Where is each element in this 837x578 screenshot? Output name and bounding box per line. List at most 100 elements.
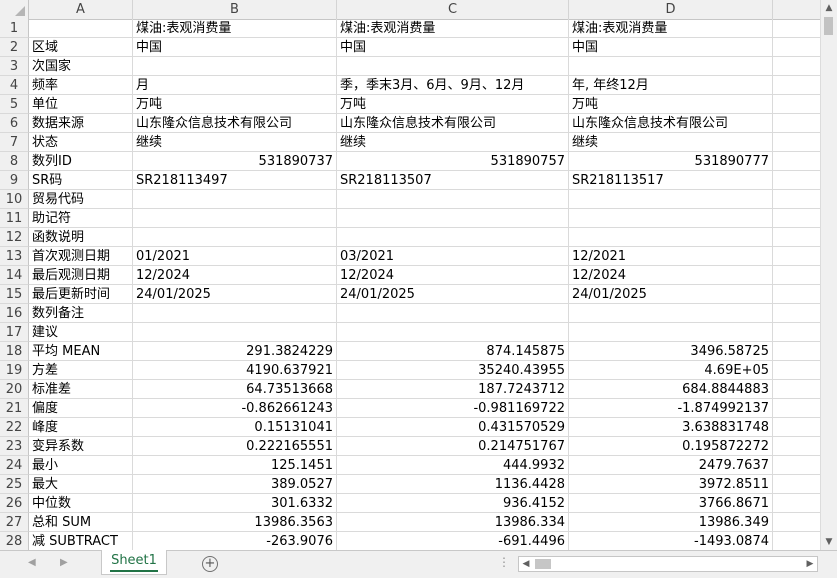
cell-b[interactable]: 24/01/2025 [133, 285, 337, 304]
cell-c[interactable] [337, 304, 569, 323]
row-header[interactable]: 7 [0, 133, 29, 152]
cell-e[interactable] [773, 38, 820, 57]
vertical-scroll-thumb[interactable] [824, 17, 833, 35]
cell-c[interactable]: SR218113507 [337, 171, 569, 190]
cell-a[interactable]: 标准差 [29, 380, 133, 399]
cell-b[interactable] [133, 304, 337, 323]
cell-b[interactable]: 291.3824229 [133, 342, 337, 361]
cell-a[interactable]: 变异系数 [29, 437, 133, 456]
cell-a[interactable]: 贸易代码 [29, 190, 133, 209]
row-header[interactable]: 4 [0, 76, 29, 95]
cell-e[interactable] [773, 532, 820, 550]
add-sheet-icon[interactable]: + [202, 556, 218, 572]
cell-b[interactable]: 301.6332 [133, 494, 337, 513]
cell-b[interactable]: SR218113497 [133, 171, 337, 190]
options-icon[interactable]: ⋮ [498, 555, 510, 569]
cell-a[interactable]: 最后更新时间 [29, 285, 133, 304]
cell-a[interactable]: SR码 [29, 171, 133, 190]
cell-c[interactable]: 山东隆众信息技术有限公司 [337, 114, 569, 133]
cell-a[interactable]: 函数说明 [29, 228, 133, 247]
cell-c[interactable] [337, 209, 569, 228]
cell-a[interactable]: 最后观测日期 [29, 266, 133, 285]
cell-d[interactable]: 4.69E+05 [569, 361, 773, 380]
cell-c[interactable]: 03/2021 [337, 247, 569, 266]
cell-d[interactable]: 年, 年终12月 [569, 76, 773, 95]
cell-a[interactable]: 平均 MEAN [29, 342, 133, 361]
column-header-b[interactable]: B [133, 0, 337, 19]
cell-d[interactable]: 3.638831748 [569, 418, 773, 437]
scroll-left-icon[interactable]: ◀ [519, 557, 533, 571]
cell-d[interactable] [569, 304, 773, 323]
cell-e[interactable] [773, 95, 820, 114]
cell-d[interactable]: 12/2021 [569, 247, 773, 266]
cell-a[interactable]: 状态 [29, 133, 133, 152]
cell-b[interactable]: 万吨 [133, 95, 337, 114]
scroll-right-icon[interactable]: ▶ [803, 557, 817, 571]
row-header[interactable]: 8 [0, 152, 29, 171]
cell-d[interactable] [569, 57, 773, 76]
cell-e[interactable] [773, 209, 820, 228]
cell-d[interactable]: 3766.8671 [569, 494, 773, 513]
cell-e[interactable] [773, 285, 820, 304]
cell-b[interactable]: 月 [133, 76, 337, 95]
cell-c[interactable]: 12/2024 [337, 266, 569, 285]
cell-d[interactable]: 3496.58725 [569, 342, 773, 361]
spreadsheet-grid[interactable]: A B C D 1 煤油:表观消费量 煤油:表观消费量 煤油:表观消费量 2 区域 中国 中国… [0, 0, 820, 550]
cell-c[interactable] [337, 228, 569, 247]
cell-c[interactable]: 季，季末3月、6月、9月、12月 [337, 76, 569, 95]
cell-e[interactable] [773, 133, 820, 152]
cell-b[interactable] [133, 323, 337, 342]
cell-b[interactable] [133, 190, 337, 209]
cell-e[interactable] [773, 171, 820, 190]
row-header[interactable]: 6 [0, 114, 29, 133]
row-header[interactable]: 1 [0, 19, 29, 38]
sheet-tab-sheet1[interactable]: Sheet1 [101, 550, 167, 575]
cell-a[interactable]: 数据来源 [29, 114, 133, 133]
cell-e[interactable] [773, 247, 820, 266]
cell-e[interactable] [773, 437, 820, 456]
cell-b[interactable]: 13986.3563 [133, 513, 337, 532]
cell-c[interactable] [337, 190, 569, 209]
cell-c[interactable]: -691.4496 [337, 532, 569, 550]
cell-c[interactable]: 0.214751767 [337, 437, 569, 456]
cell-e[interactable] [773, 323, 820, 342]
cell-e[interactable] [773, 418, 820, 437]
cell-d[interactable]: 山东隆众信息技术有限公司 [569, 114, 773, 133]
column-header-d[interactable]: D [569, 0, 773, 19]
cell-e[interactable] [773, 114, 820, 133]
cell-a[interactable]: 减 SUBTRACT [29, 532, 133, 550]
cell-d[interactable]: 531890777 [569, 152, 773, 171]
row-header[interactable]: 16 [0, 304, 29, 323]
row-header[interactable]: 26 [0, 494, 29, 513]
row-header[interactable]: 13 [0, 247, 29, 266]
cell-a[interactable]: 建议 [29, 323, 133, 342]
cell-e[interactable] [773, 190, 820, 209]
cell-d[interactable]: -1493.0874 [569, 532, 773, 550]
cell-d[interactable]: 3972.8511 [569, 475, 773, 494]
cell-c[interactable]: 874.145875 [337, 342, 569, 361]
row-header[interactable]: 14 [0, 266, 29, 285]
row-header[interactable]: 23 [0, 437, 29, 456]
cell-d[interactable]: 继续 [569, 133, 773, 152]
cell-a[interactable]: 助记符 [29, 209, 133, 228]
cell-a[interactable]: 偏度 [29, 399, 133, 418]
cell-c[interactable]: 444.9932 [337, 456, 569, 475]
row-header[interactable]: 22 [0, 418, 29, 437]
prev-sheet-icon[interactable]: ◀ [28, 557, 36, 568]
cell-a[interactable]: 方差 [29, 361, 133, 380]
cell-a[interactable]: 首次观测日期 [29, 247, 133, 266]
row-header[interactable]: 9 [0, 171, 29, 190]
row-header[interactable]: 25 [0, 475, 29, 494]
cell-b[interactable]: -263.9076 [133, 532, 337, 550]
row-header[interactable]: 28 [0, 532, 29, 550]
scroll-up-icon[interactable]: ▲ [821, 0, 837, 16]
row-header[interactable]: 21 [0, 399, 29, 418]
cell-b[interactable]: 12/2024 [133, 266, 337, 285]
cell-c[interactable] [337, 323, 569, 342]
cell-e[interactable] [773, 266, 820, 285]
cell-a[interactable]: 单位 [29, 95, 133, 114]
cell-b[interactable]: 中国 [133, 38, 337, 57]
cell-c[interactable]: 1136.4428 [337, 475, 569, 494]
cell-e[interactable] [773, 399, 820, 418]
cell-a[interactable] [29, 19, 133, 38]
